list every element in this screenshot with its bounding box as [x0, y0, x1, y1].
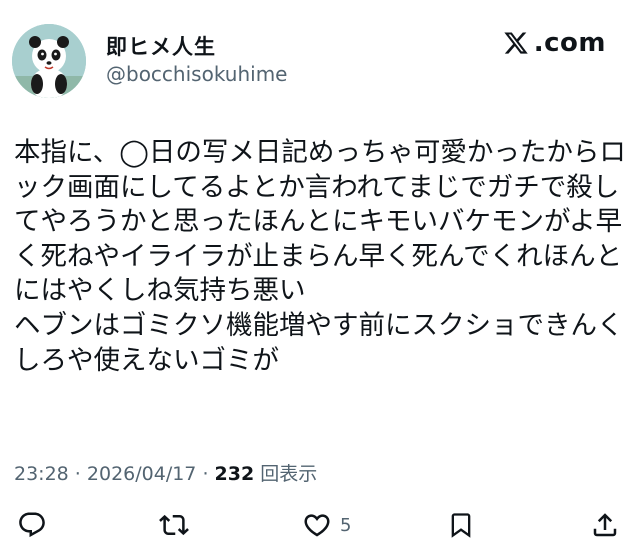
brand-domain: .com	[533, 28, 606, 58]
bookmark-button[interactable]	[447, 510, 475, 540]
tweet-text: 本指に、◯日の写メ日記めっちゃ可愛かったからロ ック画面にしてるよとか言われてま…	[14, 136, 630, 378]
view-count[interactable]: 232	[215, 463, 255, 485]
retweet-icon	[159, 514, 189, 536]
heart-icon	[304, 514, 330, 537]
tweet-line: く死ねやイライラが止まらん早く死んでくれほんと	[14, 240, 623, 272]
brand-watermark: .com	[502, 28, 606, 58]
avatar[interactable]	[12, 24, 86, 98]
tweet-meta: 23:28 · 2026/04/17 · 232 回表示	[14, 459, 317, 486]
retweet-button[interactable]	[158, 510, 190, 540]
panda-avatar-image	[12, 24, 86, 98]
share-icon	[593, 513, 617, 537]
x-logo-icon	[504, 32, 528, 54]
tweet-action-bar: 5	[0, 502, 640, 552]
user-handle[interactable]: @bocchisokuhime	[106, 62, 287, 86]
tweet-line: 本指に、◯日の写メ日記めっちゃ可愛かったからロ	[14, 137, 626, 168]
reply-button[interactable]	[17, 510, 47, 540]
tweet-line: ック画面にしてるよとか言われてまじでガチで殺し	[14, 171, 620, 203]
share-button[interactable]	[590, 510, 620, 540]
tweet-date[interactable]: 2026/04/17	[87, 463, 197, 485]
tweet-time[interactable]: 23:28	[14, 463, 69, 485]
display-name[interactable]: 即ヒメ人生	[106, 31, 216, 61]
tweet-line: しろや使えないゴミが	[14, 344, 279, 376]
like-count: 5	[340, 514, 352, 536]
meta-separator: ·	[196, 463, 215, 485]
tweet-header: 即ヒメ人生 @bocchisokuhime .com	[0, 0, 640, 110]
meta-separator: ·	[68, 463, 87, 485]
bookmark-icon	[451, 513, 471, 538]
like-button[interactable]: 5	[302, 510, 351, 540]
reply-icon	[19, 512, 45, 538]
view-count-label: 回表示	[254, 463, 318, 485]
tweet-line: にはやくしね気持ち悪い	[14, 275, 306, 307]
tweet-line: てやろうかと思ったほんとにキモいバケモンがよ早	[14, 206, 623, 238]
tweet-line: ヘブンはゴミクソ機能増やす前にスクショできんく	[14, 309, 624, 341]
